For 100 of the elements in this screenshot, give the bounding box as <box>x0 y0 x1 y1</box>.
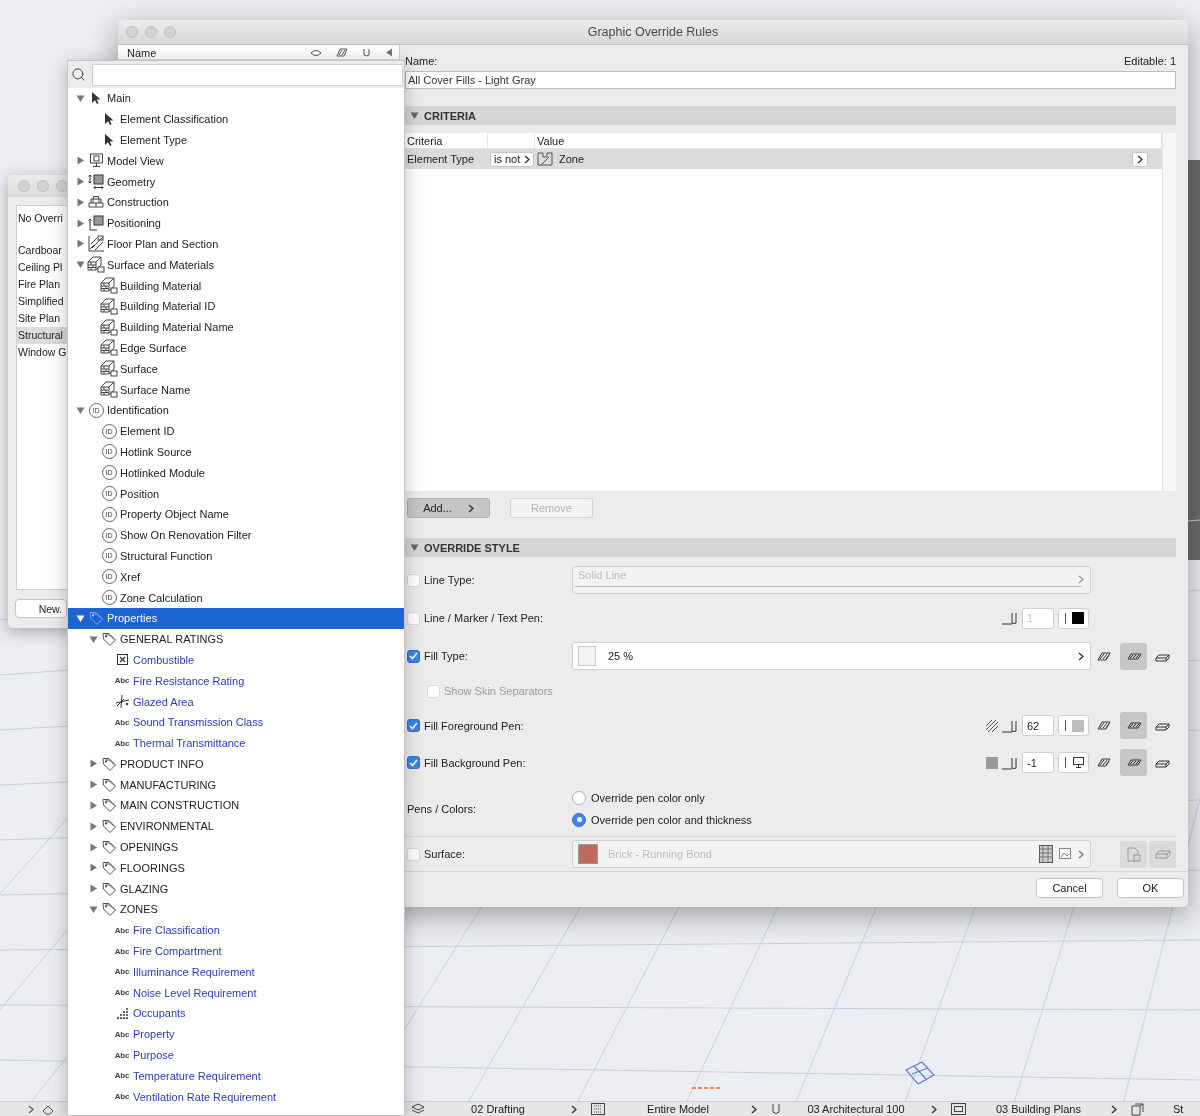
tree-item[interactable]: Element Classification <box>68 108 404 130</box>
disclosure-triangle-icon[interactable] <box>75 156 85 166</box>
collapse-arrow-icon[interactable] <box>385 48 393 57</box>
pen-color-button[interactable] <box>1058 715 1089 736</box>
tree-item[interactable]: FLOORINGS <box>68 857 404 879</box>
tree-item[interactable]: Surface Name <box>68 379 404 400</box>
tree-item[interactable]: Floor Plan and Section <box>68 233 404 255</box>
tree-item[interactable]: Occupants <box>68 1003 404 1024</box>
tree-item[interactable]: GLAZING <box>68 878 404 900</box>
disclosure-triangle-icon[interactable] <box>75 197 85 207</box>
pointer-icon <box>90 91 102 106</box>
disclosure-triangle-icon[interactable] <box>88 801 98 810</box>
fill-type-select[interactable]: 25 % <box>572 642 1091 670</box>
disclosure-triangle-icon[interactable] <box>75 260 85 270</box>
tree-item[interactable]: Abc Temperature Requirement <box>68 1065 404 1087</box>
checkbox[interactable] <box>407 756 420 769</box>
disclosure-triangle-icon[interactable] <box>88 842 98 852</box>
eye-icon <box>310 48 322 57</box>
radio-button[interactable] <box>572 812 586 827</box>
tree-item[interactable]: Abc Thermal Transmittance <box>68 732 404 754</box>
disclosure-triangle-icon[interactable] <box>88 904 98 914</box>
tree-item[interactable]: GENERAL RATINGS <box>68 628 404 650</box>
tree-item[interactable]: MANUFACTURING <box>68 774 404 796</box>
tree-item[interactable]: Building Material <box>68 275 404 296</box>
section-header[interactable]: CRITERIA <box>405 106 1176 125</box>
hatch-icon <box>1095 756 1114 769</box>
tree-item[interactable]: Building Material ID <box>68 295 404 317</box>
tree-item[interactable]: Properties <box>68 607 404 629</box>
pen-number-field[interactable]: 62 <box>1022 715 1054 736</box>
fill-mode-button[interactable] <box>1120 642 1147 670</box>
tree-item[interactable]: PRODUCT INFO <box>68 753 404 775</box>
tree-item[interactable]: Combustible <box>68 649 404 671</box>
disclosure-triangle-icon[interactable] <box>75 218 85 228</box>
fill-mode-button[interactable] <box>1120 749 1147 776</box>
operator-select[interactable]: is not <box>490 151 534 167</box>
tree-item[interactable]: Element Type <box>68 129 404 151</box>
search-field[interactable] <box>92 63 403 86</box>
disclosure-triangle-icon[interactable] <box>88 780 98 790</box>
value-picker-button[interactable] <box>1132 151 1148 167</box>
tree-item[interactable]: Main <box>68 88 404 109</box>
disclosure-triangle-icon[interactable] <box>75 177 85 187</box>
tree-item[interactable]: OPENINGS <box>68 836 404 858</box>
tree-item[interactable]: ZONES <box>68 899 404 920</box>
status-selector[interactable]: 03 Architectural 100 <box>765 1102 945 1116</box>
checkbox[interactable] <box>407 649 420 663</box>
list-item[interactable]: No Overri <box>18 212 63 224</box>
tree-item[interactable]: Abc Noise Level Requirement <box>68 982 404 1004</box>
checkbox[interactable] <box>407 719 420 732</box>
tree-item[interactable]: Abc Fire Compartment <box>68 940 404 962</box>
disclosure-triangle-icon[interactable] <box>88 634 98 644</box>
material-icon <box>100 360 118 378</box>
status-selector[interactable]: 03 Building Plans <box>945 1103 1125 1115</box>
disclosure-triangle-icon[interactable] <box>88 884 98 894</box>
tree-item[interactable]: Abc Sound Transmission Class <box>68 711 404 733</box>
disclosure-triangle-icon[interactable] <box>410 543 419 552</box>
disclosure-triangle-icon[interactable] <box>75 405 85 415</box>
chevron-icon <box>571 1104 577 1114</box>
tag-icon <box>101 840 117 855</box>
disclosure-triangle-icon[interactable] <box>88 821 98 831</box>
tree-item[interactable]: Abc Ventilation Rate Requirement <box>68 1086 404 1108</box>
material-icon <box>100 318 118 336</box>
tree-item[interactable]: Surface <box>68 358 404 380</box>
fill-mode-button[interactable] <box>1120 712 1147 739</box>
tree-item[interactable]: Surface and Materials <box>68 254 404 276</box>
disclosure-triangle-icon[interactable] <box>88 863 98 873</box>
tree-item[interactable]: Positioning <box>68 212 404 234</box>
pen-number-field[interactable]: -1 <box>1022 752 1054 773</box>
status-selector[interactable]: Entire Model <box>585 1103 765 1115</box>
tree-item[interactable]: Abc Illuminance Requirement <box>68 961 404 983</box>
disclosure-triangle-icon[interactable] <box>88 759 98 769</box>
pen-color-button[interactable] <box>1058 607 1089 629</box>
chevron-icon <box>524 154 530 164</box>
disclosure-triangle-icon[interactable] <box>75 239 85 249</box>
section-header[interactable]: OVERRIDE STYLE <box>405 538 1176 557</box>
tree-item[interactable]: Glazed Area <box>68 691 404 712</box>
tree-item[interactable]: Geometry <box>68 171 404 192</box>
pen-icon <box>362 47 371 58</box>
ok-button[interactable]: OK <box>1117 877 1184 898</box>
dots-icon <box>115 1007 129 1020</box>
pen-color-button[interactable] <box>1058 752 1089 773</box>
tree-item[interactable]: Abc Purpose <box>68 1044 404 1066</box>
status-selector[interactable]: St <box>1125 1102 1200 1116</box>
disclosure-triangle-icon[interactable] <box>75 93 85 103</box>
status-selector[interactable]: 02 Drafting <box>405 1103 585 1115</box>
disclosure-triangle-icon[interactable] <box>410 111 419 120</box>
criteria-row[interactable]: Element Type is not Zone <box>405 149 1162 169</box>
radio-button[interactable] <box>572 790 586 805</box>
cancel-button[interactable]: Cancel <box>1036 877 1103 898</box>
tree-item[interactable]: Abc Fire Resistance Rating <box>68 670 404 692</box>
tree-item[interactable]: Construction <box>68 192 404 213</box>
tree-item[interactable]: Abc Property <box>68 1023 404 1045</box>
new-button[interactable]: New. <box>15 599 67 618</box>
type-label: Abc <box>114 1050 130 1060</box>
add-button[interactable]: Add... <box>407 498 490 518</box>
tree-item[interactable]: Abc Fire Classification <box>68 919 404 941</box>
tree-item[interactable]: Model View <box>68 150 404 172</box>
tree-item[interactable]: ENVIRONMENTAL <box>68 815 404 837</box>
disclosure-triangle-icon[interactable] <box>75 613 85 623</box>
name-field[interactable]: All Cover Fills - Light Gray <box>405 70 1176 89</box>
tree-item[interactable]: MAIN CONSTRUCTION <box>68 795 404 816</box>
